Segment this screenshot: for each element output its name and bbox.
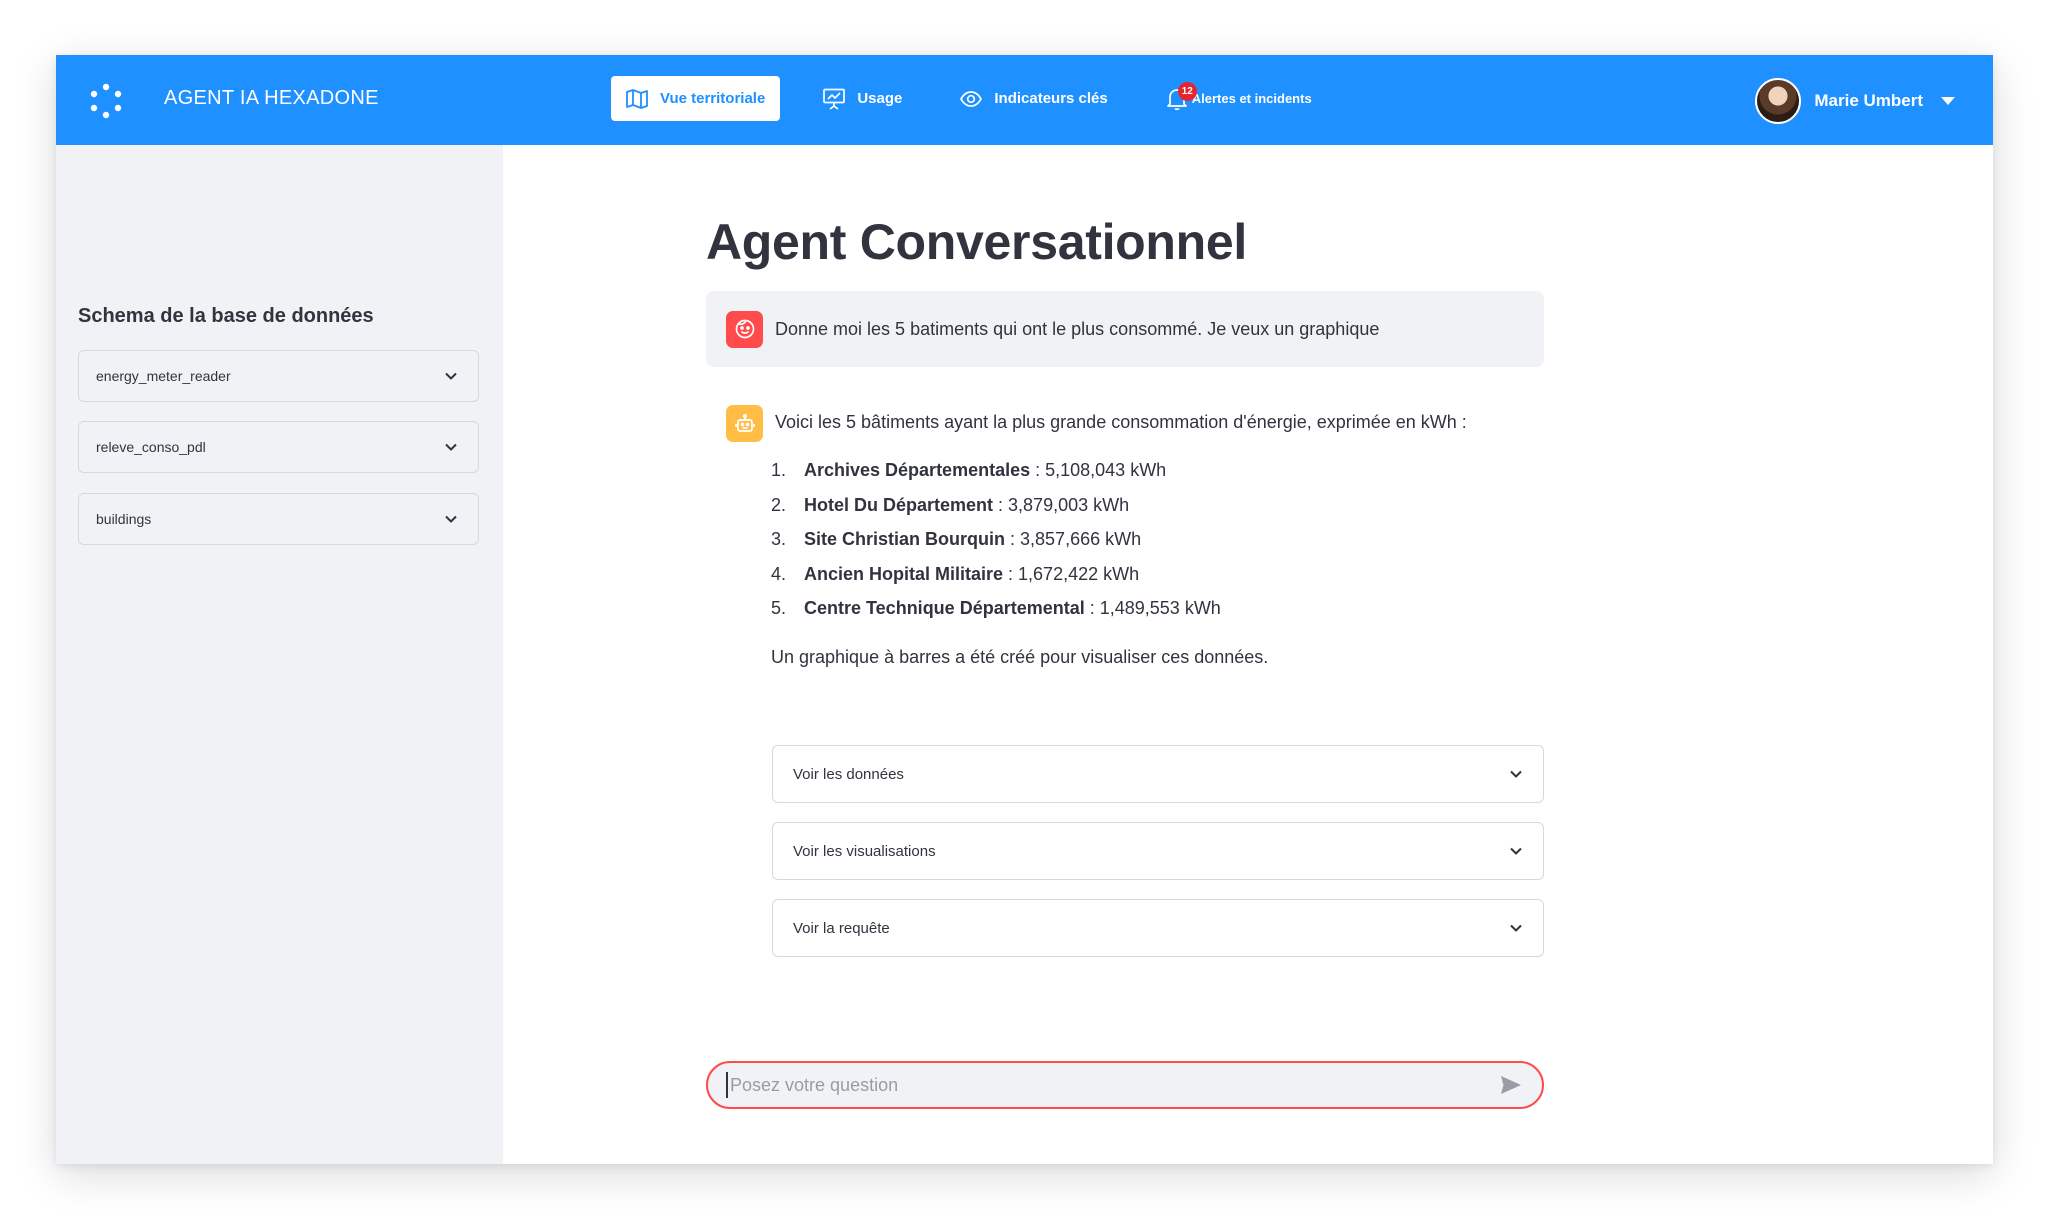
chat-input-bar (706, 1061, 1544, 1109)
assistant-intro-text: Voici les 5 bâtiments ayant la plus gran… (775, 412, 1467, 432)
chevron-down-icon (445, 372, 457, 380)
building-name: Archives Départementales (804, 460, 1031, 480)
avatar (1755, 78, 1802, 124)
assistant-chat-message: Voici les 5 bâtiments ayant la plus gran… (726, 405, 1544, 667)
list-item: 5. Centre Technique Départemental : 1,48… (771, 598, 1221, 633)
expander-voir-visualisations[interactable]: Voir les visualisations (772, 822, 1544, 880)
sidebar-title: Schema de la base de données (78, 305, 374, 327)
main-content: Agent Conversationnel Donne moi les 5 ba… (503, 145, 1993, 1164)
top-navbar: AGENT IA HEXADONE Vue territoriale Usage (56, 55, 1993, 145)
expander-label: energy_meter_reader (96, 368, 231, 384)
expander-label: Voir les visualisations (793, 842, 936, 860)
map-icon (626, 88, 648, 109)
schema-expander-energy-meter-reader[interactable]: energy_meter_reader (78, 350, 479, 402)
consumption-value: : 5,108,043 kWh (1030, 460, 1167, 480)
expander-label: Voir la requête (793, 919, 890, 937)
expander-label: releve_conso_pdl (96, 439, 206, 455)
results-list: 1. Archives Départementales : 5,108,043 … (771, 460, 1221, 633)
send-button[interactable] (1496, 1070, 1526, 1100)
chevron-down-icon (445, 515, 457, 523)
chevron-down-icon (1510, 770, 1522, 778)
user-avatar-icon (726, 310, 763, 348)
user-menu[interactable]: Marie Umbert (1755, 78, 1955, 124)
list-number: 5. (771, 598, 787, 618)
presentation-chart-icon (823, 88, 846, 110)
brand-title: AGENT IA HEXADONE (164, 87, 379, 109)
expander-label: Voir les données (793, 765, 904, 783)
expander-label: buildings (96, 511, 152, 527)
nav-indicateurs-cles[interactable]: Indicateurs clés (945, 76, 1122, 121)
chat-input[interactable] (726, 1072, 1496, 1098)
chevron-down-icon (1510, 847, 1522, 855)
schema-expander-releve-conso-pdl[interactable]: releve_conso_pdl (78, 421, 479, 473)
main-nav: Vue territoriale Usage Indicateurs clés (611, 76, 1355, 121)
user-message-text: Donne moi les 5 batiments qui ont le plu… (775, 318, 1380, 339)
user-name: Marie Umbert (1814, 91, 1923, 110)
building-name: Hotel Du Département (804, 494, 994, 515)
building-name: Ancien Hopital Militaire (804, 563, 1004, 584)
list-number: 3. (771, 529, 787, 549)
building-name: Site Christian Bourquin (804, 529, 1006, 549)
schema-expander-buildings[interactable]: buildings (78, 493, 479, 545)
chevron-down-icon (445, 443, 457, 451)
notification-badge: 12 (1177, 82, 1197, 101)
brand-logo-icon[interactable] (86, 81, 126, 121)
robot-icon (726, 405, 763, 442)
user-chat-message: Donne moi les 5 batiments qui ont le plu… (706, 291, 1544, 367)
consumption-value: : 1,672,422 kWh (1003, 563, 1140, 584)
assistant-outro-text: Un graphique à barres a été créé pour vi… (771, 647, 1269, 667)
list-item: 2. Hotel Du Département : 3,879,003 kWh (771, 495, 1221, 530)
consumption-value: : 1,489,553 kWh (1084, 598, 1221, 618)
building-name: Centre Technique Départemental (804, 598, 1085, 618)
list-item: 1. Archives Départementales : 5,108,043 … (771, 460, 1221, 495)
send-icon (1501, 1076, 1521, 1094)
expander-voir-requete[interactable]: Voir la requête (772, 899, 1544, 957)
nav-label: Alertes et incidents (1191, 91, 1312, 106)
list-number: 1. (771, 460, 787, 480)
page-title: Agent Conversationnel (706, 214, 1247, 270)
app-window: AGENT IA HEXADONE Vue territoriale Usage (56, 55, 1993, 1164)
caret-down-icon (1941, 96, 1955, 105)
nav-vue-territoriale[interactable]: Vue territoriale (611, 76, 781, 121)
nav-usage[interactable]: Usage (808, 76, 917, 121)
list-item: 4. Ancien Hopital Militaire : 1,672,422 … (771, 564, 1221, 599)
nav-label: Usage (857, 90, 903, 107)
expander-voir-donnees[interactable]: Voir les données (772, 745, 1544, 803)
list-item: 3. Site Christian Bourquin : 3,857,666 k… (771, 529, 1221, 564)
nav-alertes-incidents[interactable]: 12 Alertes et incidents (1151, 76, 1327, 121)
list-number: 2. (771, 494, 787, 515)
nav-label: Indicateurs clés (994, 90, 1108, 107)
list-number: 4. (771, 563, 787, 584)
eye-icon (960, 90, 983, 107)
consumption-value: : 3,879,003 kWh (993, 494, 1130, 515)
consumption-value: : 3,857,666 kWh (1005, 529, 1142, 549)
chevron-down-icon (1510, 924, 1522, 932)
sidebar: Schema de la base de données energy_mete… (56, 145, 503, 1164)
nav-label: Vue territoriale (660, 90, 766, 107)
